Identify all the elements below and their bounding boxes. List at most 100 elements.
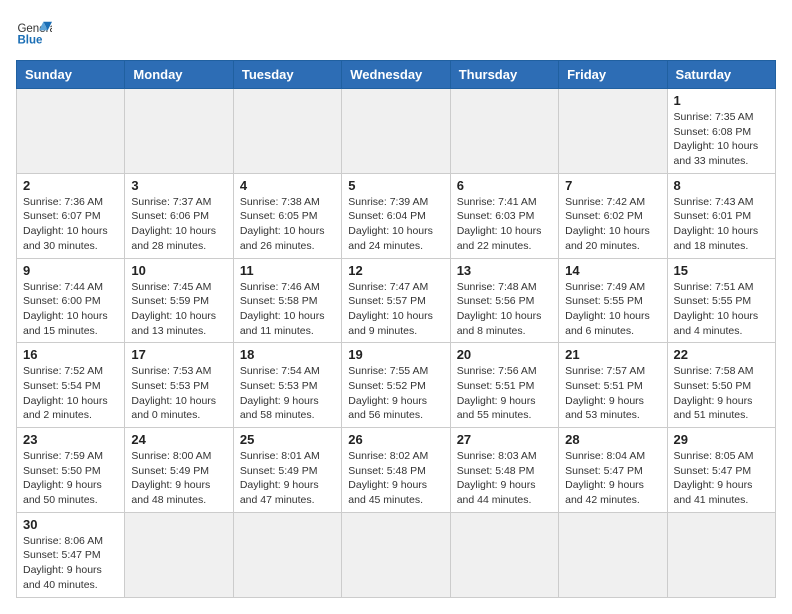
day-number: 19	[348, 347, 443, 362]
day-number: 7	[565, 178, 660, 193]
weekday-header-wednesday: Wednesday	[342, 61, 450, 89]
calendar-cell	[342, 512, 450, 597]
day-info: Sunrise: 7:54 AM Sunset: 5:53 PM Dayligh…	[240, 364, 335, 423]
day-info: Sunrise: 8:06 AM Sunset: 5:47 PM Dayligh…	[23, 534, 118, 593]
day-number: 13	[457, 263, 552, 278]
calendar: SundayMondayTuesdayWednesdayThursdayFrid…	[16, 60, 776, 598]
calendar-cell	[342, 89, 450, 174]
week-row-5: 30 Sunrise: 8:06 AM Sunset: 5:47 PM Dayli…	[17, 512, 776, 597]
day-number: 6	[457, 178, 552, 193]
calendar-cell: 24 Sunrise: 8:00 AM Sunset: 5:49 PM Dayli…	[125, 428, 233, 513]
calendar-cell	[233, 89, 341, 174]
day-number: 14	[565, 263, 660, 278]
calendar-cell: 15 Sunrise: 7:51 AM Sunset: 5:55 PM Dayli…	[667, 258, 775, 343]
calendar-cell: 20 Sunrise: 7:56 AM Sunset: 5:51 PM Dayli…	[450, 343, 558, 428]
calendar-cell	[17, 89, 125, 174]
header: General Blue	[16, 16, 776, 52]
day-number: 29	[674, 432, 769, 447]
day-info: Sunrise: 7:59 AM Sunset: 5:50 PM Dayligh…	[23, 449, 118, 508]
calendar-cell: 27Sunrise: 8:03 AM Sunset: 5:48 PM Dayli…	[450, 428, 558, 513]
day-number: 21	[565, 347, 660, 362]
logo-icon: General Blue	[16, 16, 52, 52]
day-info: Sunrise: 7:42 AM Sunset: 6:02 PM Dayligh…	[565, 195, 660, 254]
day-info: Sunrise: 7:38 AM Sunset: 6:05 PM Dayligh…	[240, 195, 335, 254]
day-number: 16	[23, 347, 118, 362]
calendar-cell: 6 Sunrise: 7:41 AM Sunset: 6:03 PM Daylig…	[450, 173, 558, 258]
week-row-0: 1Sunrise: 7:35 AM Sunset: 6:08 PM Daylig…	[17, 89, 776, 174]
calendar-cell: 28Sunrise: 8:04 AM Sunset: 5:47 PM Dayli…	[559, 428, 667, 513]
calendar-cell	[125, 512, 233, 597]
calendar-cell	[559, 512, 667, 597]
calendar-cell	[233, 512, 341, 597]
day-info: Sunrise: 7:35 AM Sunset: 6:08 PM Dayligh…	[674, 110, 769, 169]
weekday-header-thursday: Thursday	[450, 61, 558, 89]
calendar-cell: 30 Sunrise: 8:06 AM Sunset: 5:47 PM Dayli…	[17, 512, 125, 597]
calendar-cell: 25 Sunrise: 8:01 AM Sunset: 5:49 PM Dayli…	[233, 428, 341, 513]
logo: General Blue	[16, 16, 52, 52]
week-row-4: 23Sunrise: 7:59 AM Sunset: 5:50 PM Dayli…	[17, 428, 776, 513]
day-info: Sunrise: 7:45 AM Sunset: 5:59 PM Dayligh…	[131, 280, 226, 339]
day-info: Sunrise: 8:01 AM Sunset: 5:49 PM Dayligh…	[240, 449, 335, 508]
calendar-cell: 26 Sunrise: 8:02 AM Sunset: 5:48 PM Dayli…	[342, 428, 450, 513]
weekday-header-tuesday: Tuesday	[233, 61, 341, 89]
calendar-cell: 5Sunrise: 7:39 AM Sunset: 6:04 PM Daylig…	[342, 173, 450, 258]
calendar-cell: 22 Sunrise: 7:58 AM Sunset: 5:50 PM Dayli…	[667, 343, 775, 428]
day-info: Sunrise: 7:55 AM Sunset: 5:52 PM Dayligh…	[348, 364, 443, 423]
calendar-cell: 12 Sunrise: 7:47 AM Sunset: 5:57 PM Dayli…	[342, 258, 450, 343]
day-info: Sunrise: 7:52 AM Sunset: 5:54 PM Dayligh…	[23, 364, 118, 423]
day-info: Sunrise: 7:56 AM Sunset: 5:51 PM Dayligh…	[457, 364, 552, 423]
calendar-cell: 29 Sunrise: 8:05 AM Sunset: 5:47 PM Dayli…	[667, 428, 775, 513]
day-info: Sunrise: 8:04 AM Sunset: 5:47 PM Dayligh…	[565, 449, 660, 508]
calendar-cell: 14 Sunrise: 7:49 AM Sunset: 5:55 PM Dayli…	[559, 258, 667, 343]
day-info: Sunrise: 8:00 AM Sunset: 5:49 PM Dayligh…	[131, 449, 226, 508]
day-number: 10	[131, 263, 226, 278]
day-number: 30	[23, 517, 118, 532]
weekday-header-row: SundayMondayTuesdayWednesdayThursdayFrid…	[17, 61, 776, 89]
day-number: 12	[348, 263, 443, 278]
day-info: Sunrise: 7:37 AM Sunset: 6:06 PM Dayligh…	[131, 195, 226, 254]
day-info: Sunrise: 7:51 AM Sunset: 5:55 PM Dayligh…	[674, 280, 769, 339]
day-info: Sunrise: 7:58 AM Sunset: 5:50 PM Dayligh…	[674, 364, 769, 423]
calendar-cell	[450, 89, 558, 174]
day-info: Sunrise: 7:44 AM Sunset: 6:00 PM Dayligh…	[23, 280, 118, 339]
calendar-cell: 18Sunrise: 7:54 AM Sunset: 5:53 PM Dayli…	[233, 343, 341, 428]
day-info: Sunrise: 7:57 AM Sunset: 5:51 PM Dayligh…	[565, 364, 660, 423]
day-number: 20	[457, 347, 552, 362]
svg-text:Blue: Blue	[17, 34, 43, 46]
calendar-cell: 8Sunrise: 7:43 AM Sunset: 6:01 PM Daylig…	[667, 173, 775, 258]
calendar-cell: 10 Sunrise: 7:45 AM Sunset: 5:59 PM Dayli…	[125, 258, 233, 343]
day-number: 17	[131, 347, 226, 362]
day-info: Sunrise: 8:05 AM Sunset: 5:47 PM Dayligh…	[674, 449, 769, 508]
day-number: 25	[240, 432, 335, 447]
day-info: Sunrise: 7:36 AM Sunset: 6:07 PM Dayligh…	[23, 195, 118, 254]
weekday-header-sunday: Sunday	[17, 61, 125, 89]
day-number: 22	[674, 347, 769, 362]
day-number: 27	[457, 432, 552, 447]
day-info: Sunrise: 7:41 AM Sunset: 6:03 PM Dayligh…	[457, 195, 552, 254]
day-info: Sunrise: 7:53 AM Sunset: 5:53 PM Dayligh…	[131, 364, 226, 423]
day-info: Sunrise: 7:43 AM Sunset: 6:01 PM Dayligh…	[674, 195, 769, 254]
calendar-cell: 17 Sunrise: 7:53 AM Sunset: 5:53 PM Dayli…	[125, 343, 233, 428]
calendar-cell	[667, 512, 775, 597]
day-number: 26	[348, 432, 443, 447]
calendar-cell: 2Sunrise: 7:36 AM Sunset: 6:07 PM Daylig…	[17, 173, 125, 258]
day-number: 9	[23, 263, 118, 278]
calendar-cell: 4Sunrise: 7:38 AM Sunset: 6:05 PM Daylig…	[233, 173, 341, 258]
day-info: Sunrise: 7:48 AM Sunset: 5:56 PM Dayligh…	[457, 280, 552, 339]
day-number: 24	[131, 432, 226, 447]
day-info: Sunrise: 7:49 AM Sunset: 5:55 PM Dayligh…	[565, 280, 660, 339]
day-number: 5	[348, 178, 443, 193]
calendar-cell: 19 Sunrise: 7:55 AM Sunset: 5:52 PM Dayli…	[342, 343, 450, 428]
weekday-header-monday: Monday	[125, 61, 233, 89]
day-info: Sunrise: 8:02 AM Sunset: 5:48 PM Dayligh…	[348, 449, 443, 508]
week-row-1: 2Sunrise: 7:36 AM Sunset: 6:07 PM Daylig…	[17, 173, 776, 258]
day-number: 11	[240, 263, 335, 278]
calendar-cell: 1Sunrise: 7:35 AM Sunset: 6:08 PM Daylig…	[667, 89, 775, 174]
calendar-cell: 13 Sunrise: 7:48 AM Sunset: 5:56 PM Dayli…	[450, 258, 558, 343]
week-row-2: 9 Sunrise: 7:44 AM Sunset: 6:00 PM Daylig…	[17, 258, 776, 343]
day-info: Sunrise: 7:47 AM Sunset: 5:57 PM Dayligh…	[348, 280, 443, 339]
day-number: 15	[674, 263, 769, 278]
calendar-cell: 11Sunrise: 7:46 AM Sunset: 5:58 PM Dayli…	[233, 258, 341, 343]
weekday-header-friday: Friday	[559, 61, 667, 89]
calendar-cell: 7 Sunrise: 7:42 AM Sunset: 6:02 PM Daylig…	[559, 173, 667, 258]
